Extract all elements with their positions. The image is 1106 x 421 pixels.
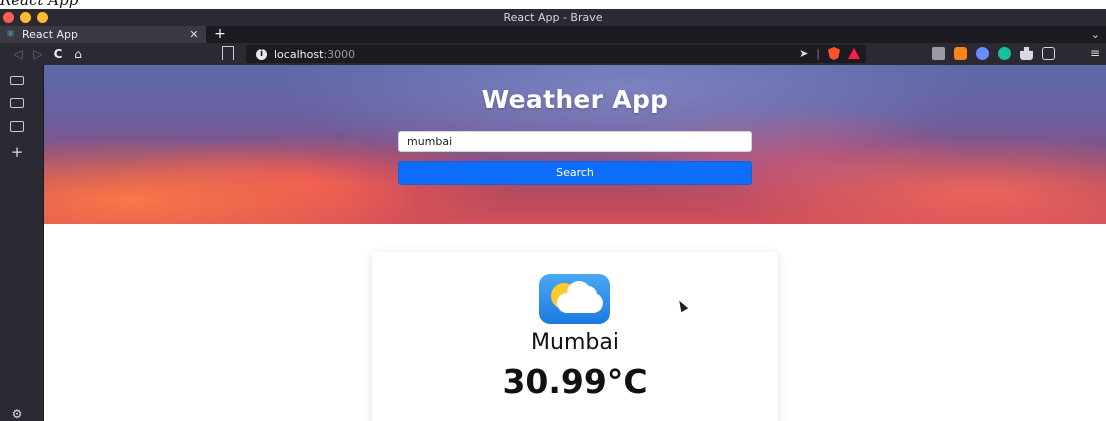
top-caption: React App: [0, 0, 79, 9]
url-port: :3000: [323, 47, 356, 61]
partly-cloudy-icon: [539, 274, 610, 324]
temperature-value: 30.99°C: [502, 362, 648, 401]
window-controls: [3, 12, 48, 23]
wallet-panel-icon[interactable]: [10, 98, 24, 108]
city-search-input[interactable]: [398, 131, 752, 152]
maximize-window-button[interactable]: [37, 12, 48, 23]
address-bar-actions: ➤ |: [799, 47, 860, 60]
page-title: Weather App: [481, 85, 669, 114]
tab-strip: ⚛ React App ✕ + ⌄: [0, 26, 1106, 43]
reload-button[interactable]: C: [48, 47, 68, 61]
cloud-shape: [557, 281, 603, 313]
camera-icon[interactable]: [932, 47, 945, 60]
tab-title: React App: [22, 28, 79, 41]
hero-banner: Weather App Search: [44, 65, 1106, 224]
search-button[interactable]: Search: [398, 161, 752, 185]
url-host: localhost: [274, 47, 324, 61]
puzzle-icon[interactable]: [1020, 47, 1033, 60]
extension-icons: [932, 47, 1055, 60]
wallet-icon[interactable]: [1042, 47, 1055, 60]
brave-rewards-icon[interactable]: [848, 48, 860, 59]
close-window-button[interactable]: [3, 12, 14, 23]
eye-icon[interactable]: [976, 47, 989, 60]
bookmark-icon[interactable]: [222, 46, 234, 60]
tab-list-chevron-icon[interactable]: ⌄: [1091, 26, 1100, 43]
grammarly-icon[interactable]: [998, 47, 1011, 60]
share-icon[interactable]: ➤: [799, 47, 808, 60]
sidebar-settings-icon[interactable]: ⚙: [10, 408, 24, 420]
back-button[interactable]: ◁: [8, 47, 28, 61]
bookmarks-panel-icon[interactable]: [10, 121, 24, 132]
window-title: React App - Brave: [503, 11, 603, 24]
browser-sidebar: + ⚙: [0, 65, 44, 421]
url-divider: |: [816, 47, 820, 60]
city-name: Mumbai: [531, 330, 619, 355]
brave-shields-icon[interactable]: [828, 47, 840, 60]
weather-card: Mumbai 30.99°C: [372, 252, 778, 421]
address-bar[interactable]: i localhost:3000 ➤ |: [246, 45, 866, 63]
add-panel-icon[interactable]: +: [10, 145, 24, 160]
tabs-panel-icon[interactable]: [10, 76, 24, 85]
home-button[interactable]: ⌂: [68, 47, 88, 61]
navigation-bar: ◁ ▷ C ⌂ i localhost:3000 ➤ | ≡: [0, 43, 1106, 65]
window-titlebar: React App - Brave: [0, 9, 1106, 26]
metamask-icon[interactable]: [954, 47, 967, 60]
minimize-window-button[interactable]: [20, 12, 31, 23]
close-tab-icon[interactable]: ✕: [188, 28, 200, 41]
react-icon: ⚛: [6, 29, 15, 40]
menu-icon[interactable]: ≡: [1090, 46, 1100, 60]
tab-react-app[interactable]: ⚛ React App ✕: [0, 26, 206, 43]
forward-button[interactable]: ▷: [28, 47, 48, 61]
page-viewport: Weather App Search Mumbai 30.99°C: [44, 65, 1106, 421]
site-info-icon[interactable]: i: [256, 48, 267, 60]
new-tab-button[interactable]: +: [210, 26, 230, 43]
